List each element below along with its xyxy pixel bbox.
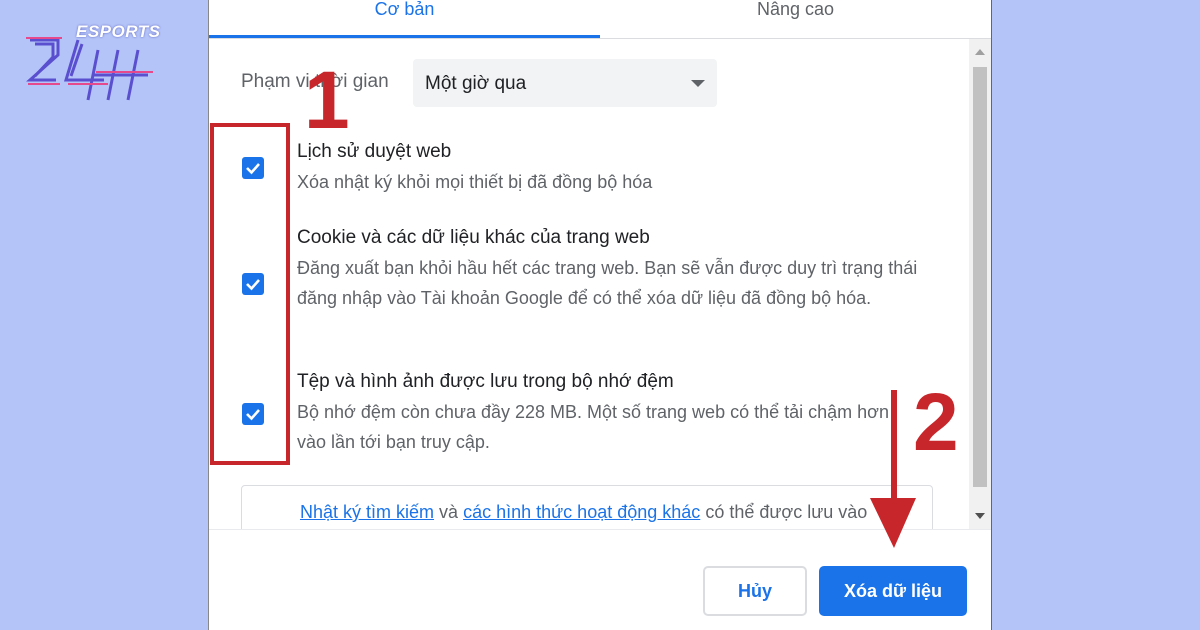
time-range-select[interactable]: Một giờ qua bbox=[413, 59, 717, 107]
annotation-arrow-icon bbox=[870, 390, 916, 548]
scroll-up-arrow-icon[interactable] bbox=[975, 49, 985, 55]
option-description: Xóa nhật ký khỏi mọi thiết bị đã đồng bộ… bbox=[297, 172, 653, 192]
search-activity-info: Nhật ký tìm kiếm và các hình thức hoạt đ… bbox=[241, 485, 933, 529]
option-description: Đăng xuất bạn khỏi hầu hết các trang web… bbox=[297, 258, 918, 308]
scrollbar[interactable] bbox=[969, 39, 991, 529]
tab-advanced[interactable]: Nâng cao bbox=[600, 0, 991, 38]
scrollbar-thumb[interactable] bbox=[973, 67, 987, 487]
scroll-down-arrow-icon[interactable] bbox=[975, 513, 985, 519]
cancel-button[interactable]: Hủy bbox=[703, 566, 807, 616]
dropdown-arrow-icon bbox=[691, 80, 705, 87]
tab-basic[interactable]: Cơ bản bbox=[209, 0, 600, 38]
info-text: Nhật ký tìm kiếm và các hình thức hoạt đ… bbox=[300, 502, 867, 523]
option-description: Bộ nhớ đệm còn chưa đầy 228 MB. Một số t… bbox=[297, 402, 889, 452]
clear-data-button[interactable]: Xóa dữ liệu bbox=[819, 566, 967, 616]
info-and: và bbox=[439, 502, 459, 522]
logo-text: ESPORTS bbox=[76, 22, 161, 41]
other-activity-link[interactable]: các hình thức hoạt động khác bbox=[463, 502, 700, 522]
option-title: Cookie và các dữ liệu khác của trang web bbox=[297, 227, 650, 248]
annotation-step-2: 2 bbox=[913, 377, 959, 468]
annotation-checkbox-highlight bbox=[210, 123, 290, 465]
annotation-step-1: 1 bbox=[304, 55, 350, 146]
tab-bar: Cơ bản Nâng cao bbox=[209, 0, 991, 39]
info-rest: có thể được lưu vào bbox=[705, 502, 868, 522]
option-title: Tệp và hình ảnh được lưu trong bộ nhớ đệ… bbox=[297, 371, 674, 392]
esports-24h-logo: ESPORTS bbox=[8, 10, 168, 105]
search-history-link[interactable]: Nhật ký tìm kiếm bbox=[300, 502, 434, 522]
time-range-value: Một giờ qua bbox=[425, 73, 527, 94]
